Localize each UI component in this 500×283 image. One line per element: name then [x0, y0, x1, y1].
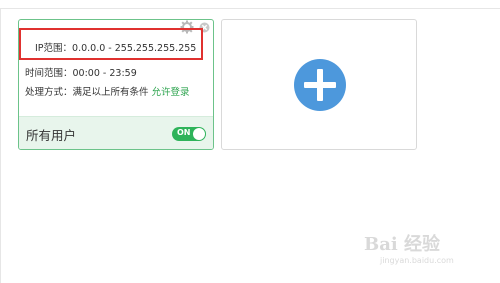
- add-rule-card[interactable]: [221, 19, 417, 150]
- watermark-text: Bai 经验: [364, 234, 440, 255]
- toggle-knob: [193, 128, 205, 140]
- card-footer: 所有用户 ON: [19, 116, 213, 149]
- action-condition: 满足以上所有条件: [72, 87, 152, 98]
- ip-range-value: 0.0.0.0 - 255.255.255.255: [72, 43, 197, 54]
- action-label: 处理方式：: [25, 87, 73, 98]
- ip-range-label: IP范围：: [35, 43, 73, 54]
- watermark-url: jingyan.baidu.com: [380, 256, 454, 265]
- action-value: 允许登录: [151, 87, 190, 98]
- watermark: Bai 经验 jingyan.baidu.com: [360, 230, 480, 270]
- plus-icon[interactable]: [294, 59, 346, 111]
- top-divider: [0, 8, 500, 9]
- ip-range-row: IP范围：0.0.0.0 - 255.255.255.255: [35, 40, 196, 54]
- time-range-value: 00:00 - 23:59: [72, 68, 137, 79]
- time-range-row: 时间范围：00:00 - 23:59: [25, 65, 137, 79]
- action-row: 处理方式：满足以上所有条件 允许登录: [25, 84, 190, 98]
- user-scope-label: 所有用户: [26, 128, 77, 143]
- left-divider: [0, 8, 1, 283]
- access-rule-card[interactable]: IP范围：0.0.0.0 - 255.255.255.255 时间范围：00:0…: [18, 19, 214, 150]
- time-range-label: 时间范围：: [25, 68, 73, 79]
- toggle-label: ON: [177, 128, 191, 137]
- enable-toggle[interactable]: ON: [172, 127, 206, 141]
